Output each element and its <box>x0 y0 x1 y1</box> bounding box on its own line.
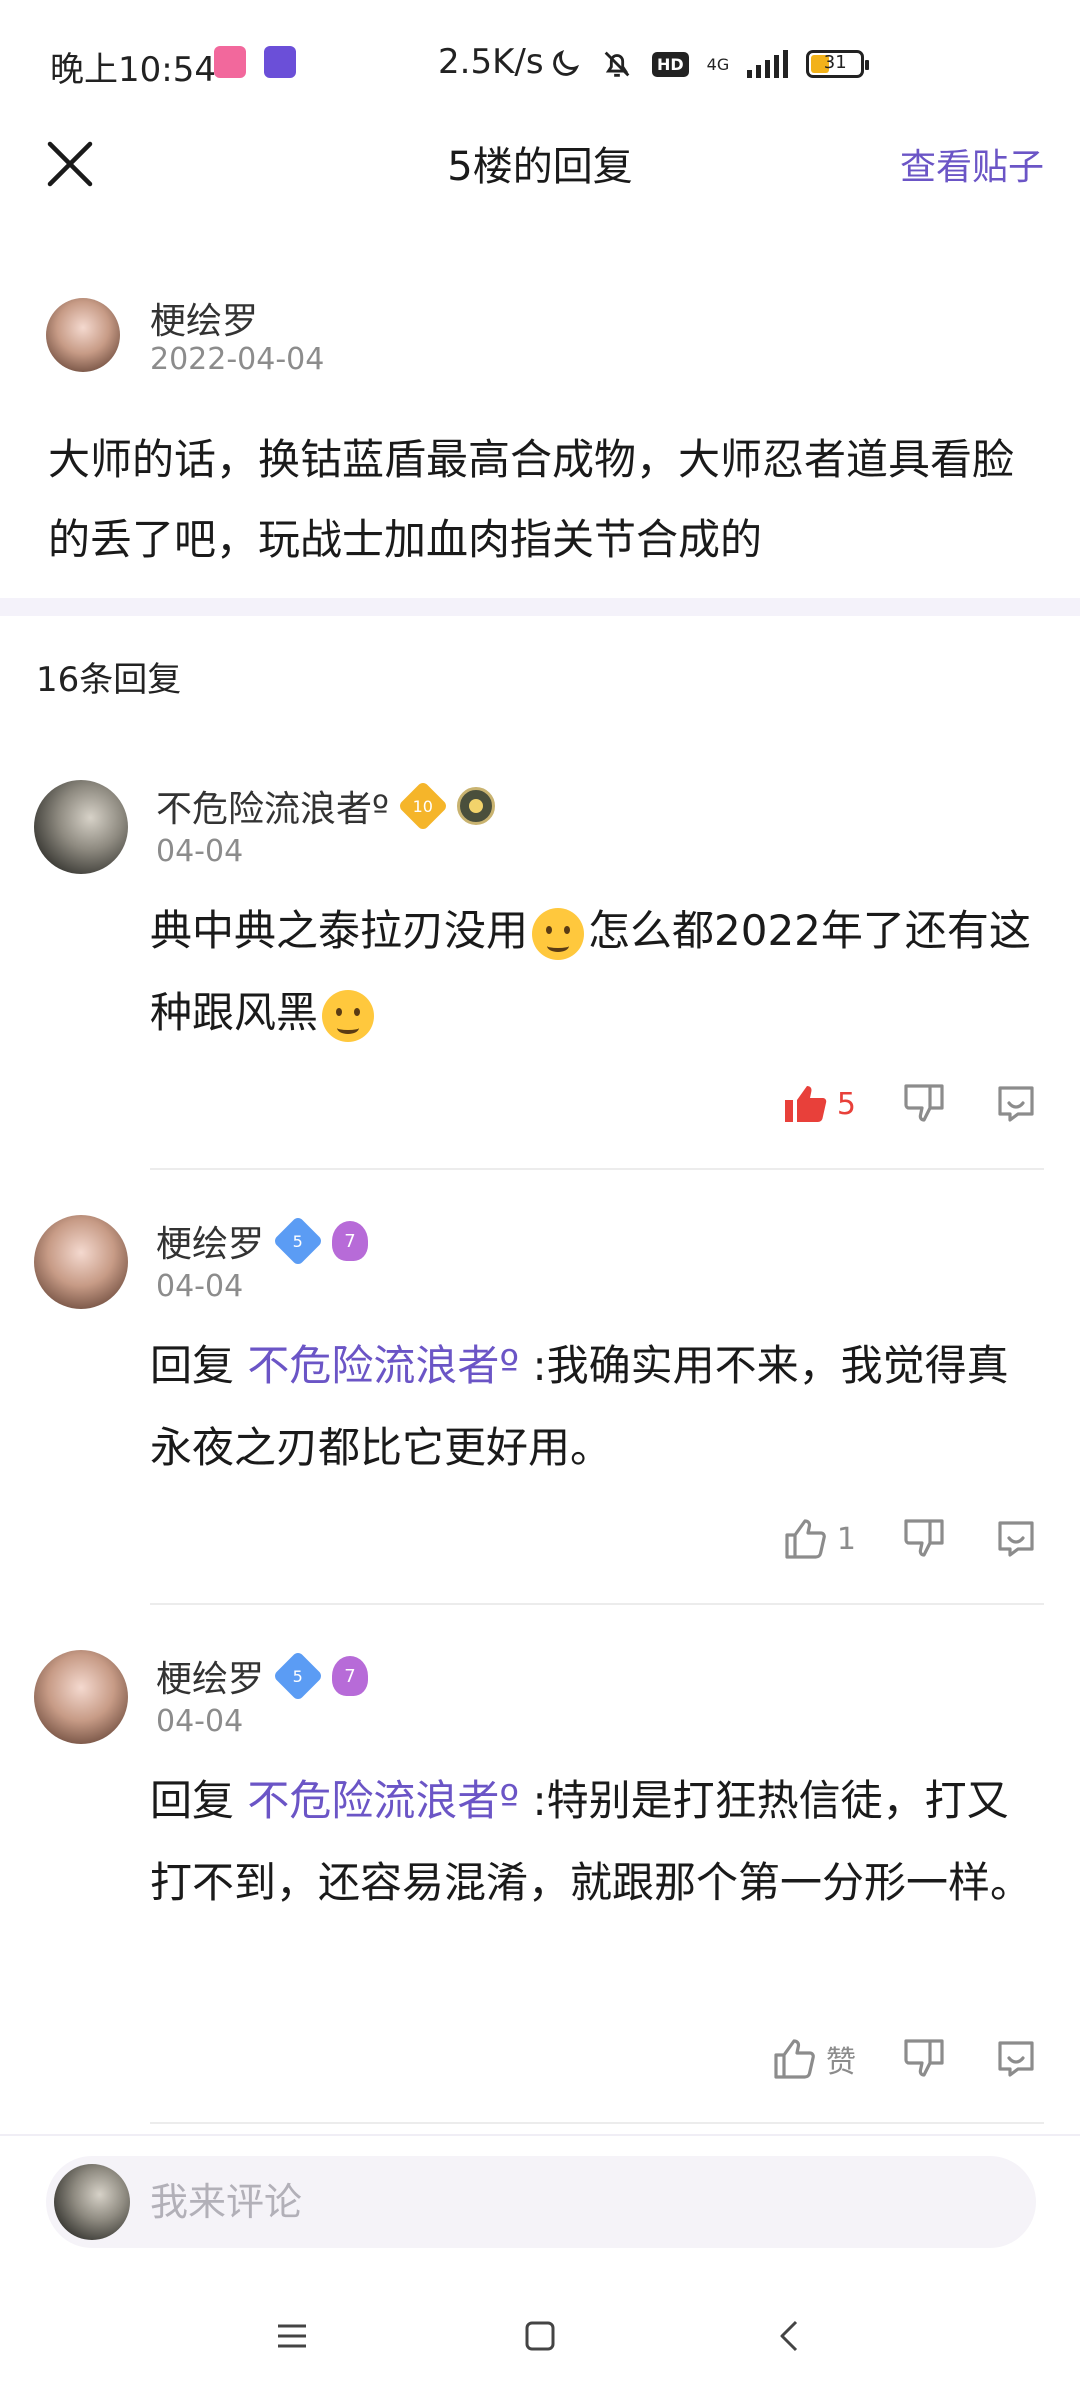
like-count: 1 <box>836 1521 856 1557</box>
thumb-up-icon <box>774 2039 815 2079</box>
mention-link[interactable]: 不危险流浪者º <box>247 1776 519 1825</box>
thumb-down-icon <box>904 2039 944 2077</box>
reply-author-row: 不危险流浪者º 10 <box>156 780 495 832</box>
comment-button[interactable] <box>992 2035 1040 2083</box>
network-type: 4G <box>706 54 730 74</box>
like-count: 赞 <box>826 2045 856 2080</box>
like-button[interactable]: 1 <box>781 1515 856 1563</box>
post-date: 2022-04-04 <box>150 342 325 377</box>
view-post-link[interactable]: 查看贴子 <box>900 138 1044 190</box>
comment-bubble-icon <box>998 1521 1034 1557</box>
avatar[interactable] <box>34 1650 128 1744</box>
reply-text: 典中典之泰拉刃没用 怎么都2022年了还有这种跟风黑 <box>150 890 1050 1054</box>
avatar[interactable] <box>34 1215 128 1309</box>
comment-input[interactable] <box>150 2156 1010 2248</box>
comment-bubble-icon <box>998 1086 1034 1122</box>
hugging-face-emoji-icon <box>532 907 585 960</box>
avatar[interactable] <box>46 298 120 372</box>
post-text: 大师的话，换钴蓝盾最高合成物，大师忍者道具看脸的丢了吧，玩战士加血肉指关节合成的 <box>48 435 1015 564</box>
thinking-face-emoji-icon <box>322 989 375 1042</box>
like-button[interactable]: 5 <box>781 1080 856 1128</box>
dislike-button[interactable] <box>900 1515 948 1563</box>
reply-author-row: 梗绘罗 5 7 <box>156 1650 369 1702</box>
rank-badge-icon: 7 <box>332 1221 369 1261</box>
mention-link[interactable]: 不危险流浪者º <box>247 1341 519 1390</box>
reply-actions: 赞 <box>770 2035 1040 2083</box>
thumb-down-icon <box>904 1519 944 1557</box>
home-button[interactable] <box>510 2306 570 2366</box>
app-notification-icon <box>214 46 246 78</box>
reply-divider <box>150 2122 1044 2124</box>
reply-actions: 5 <box>781 1080 1040 1128</box>
level-badge-icon: 5 <box>272 1215 324 1267</box>
bottom-divider <box>0 2134 1080 2136</box>
rank-badge-icon: 7 <box>332 1656 369 1696</box>
reply-date: 04-04 <box>156 834 244 869</box>
reply-date: 04-04 <box>156 1704 244 1739</box>
battery-level: 31 <box>823 52 847 73</box>
app-notification-icon-2 <box>264 46 296 78</box>
hd-icon: HD <box>652 51 689 77</box>
reply-text: 回复 不危险流浪者º :特别是打狂热信徒，打又打不到，还容易混淆，就跟那个第一分… <box>150 1776 1033 1907</box>
reply-author[interactable]: 梗绘罗 <box>156 1215 264 1267</box>
section-divider <box>0 598 1080 616</box>
status-bar: 晚上10:54 2.5K/s HD 4G 31 <box>0 0 1080 130</box>
battery-icon: 31 <box>806 50 870 78</box>
status-time: 晚上10:54 <box>50 50 216 90</box>
thumb-up-filled-icon <box>784 1086 827 1122</box>
top-header: 5楼的回复 查看贴子 <box>0 120 1080 210</box>
dislike-button[interactable] <box>900 1080 948 1128</box>
thumb-up-icon <box>785 1519 826 1559</box>
reply-author[interactable]: 不危险流浪者º <box>156 780 389 832</box>
comment-button[interactable] <box>992 1515 1040 1563</box>
dislike-button[interactable] <box>900 2035 948 2083</box>
reply-author[interactable]: 梗绘罗 <box>156 1650 264 1702</box>
level-badge-icon: 10 <box>397 780 449 832</box>
like-button[interactable]: 赞 <box>770 2035 856 2083</box>
system-nav-bar <box>0 2270 1080 2400</box>
reply-author-row: 梗绘罗 5 7 <box>156 1215 369 1267</box>
avatar[interactable] <box>34 780 128 874</box>
reply-date: 04-04 <box>156 1269 244 1304</box>
like-count: 5 <box>836 1086 856 1122</box>
menu-icon <box>278 2324 306 2348</box>
reply-count: 16条回复 <box>36 660 182 700</box>
reply-divider <box>150 1603 1044 1605</box>
reply-actions: 1 <box>781 1515 1040 1563</box>
moon-icon <box>553 49 580 76</box>
reply-divider <box>150 1168 1044 1170</box>
back-button[interactable] <box>760 2306 820 2366</box>
network-speed: 2.5K/s <box>438 42 544 82</box>
signal-icon <box>747 50 789 78</box>
reply-text: 回复 不危险流浪者º :我确实用不来，我觉得真永夜之刃都比它更好用。 <box>150 1341 1009 1472</box>
comment-button[interactable] <box>992 1080 1040 1128</box>
status-icons: HD 4G 31 <box>548 44 870 84</box>
mute-bell-icon <box>604 51 630 77</box>
medal-badge-icon <box>456 787 495 825</box>
back-chevron-icon <box>780 2320 798 2352</box>
comment-bar <box>46 2156 1036 2248</box>
post-author[interactable]: 梗绘罗 <box>150 292 258 344</box>
home-square-icon <box>525 2321 555 2351</box>
my-avatar <box>54 2164 130 2240</box>
menu-button[interactable] <box>262 2306 322 2366</box>
thumb-down-icon <box>904 1084 944 1122</box>
comment-bubble-icon <box>998 2041 1034 2077</box>
level-badge-icon: 5 <box>272 1650 324 1702</box>
